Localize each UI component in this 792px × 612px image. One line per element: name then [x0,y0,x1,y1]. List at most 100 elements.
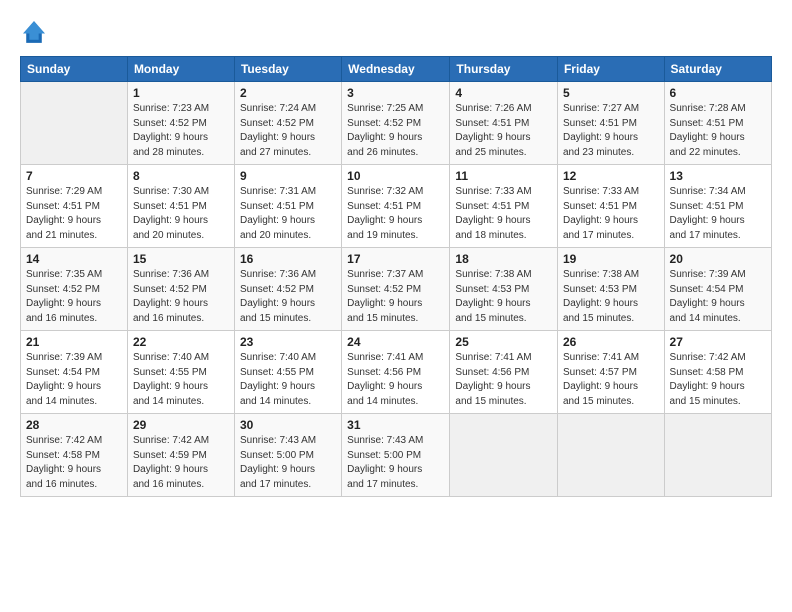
day-info: Sunrise: 7:38 AM Sunset: 4:53 PM Dayligh… [455,268,552,326]
day-cell: 7 Sunrise: 7:29 AM Sunset: 4:51 PM Daylig… [21,165,128,248]
day-info: Sunrise: 7:23 AM Sunset: 4:52 PM Dayligh… [133,102,229,160]
day-number: 13 [670,169,766,183]
day-info: Sunrise: 7:24 AM Sunset: 4:52 PM Dayligh… [240,102,336,160]
day-info: Sunrise: 7:39 AM Sunset: 4:54 PM Dayligh… [670,268,766,326]
day-number: 12 [563,169,659,183]
day-cell: 25 Sunrise: 7:41 AM Sunset: 4:56 PM Dayli… [450,331,558,414]
day-cell: 24 Sunrise: 7:41 AM Sunset: 4:56 PM Dayli… [342,331,450,414]
day-cell: 23 Sunrise: 7:40 AM Sunset: 4:55 PM Dayli… [234,331,341,414]
day-cell: 30 Sunrise: 7:43 AM Sunset: 5:00 PM Dayli… [234,414,341,497]
day-cell: 21 Sunrise: 7:39 AM Sunset: 4:54 PM Dayli… [21,331,128,414]
day-number: 9 [240,169,336,183]
logo [20,18,52,46]
logo-icon [20,18,48,46]
day-cell: 10 Sunrise: 7:32 AM Sunset: 4:51 PM Dayli… [342,165,450,248]
day-number: 24 [347,335,444,349]
day-info: Sunrise: 7:38 AM Sunset: 4:53 PM Dayligh… [563,268,659,326]
day-info: Sunrise: 7:41 AM Sunset: 4:57 PM Dayligh… [563,351,659,409]
header-day-thursday: Thursday [450,57,558,82]
day-number: 14 [26,252,122,266]
day-number: 3 [347,86,444,100]
day-cell: 16 Sunrise: 7:36 AM Sunset: 4:52 PM Dayli… [234,248,341,331]
day-cell: 6Sunrise: 7:28 AM Sunset: 4:51 PM Daylig… [664,82,771,165]
day-cell: 8Sunrise: 7:30 AM Sunset: 4:51 PM Daylig… [127,165,234,248]
day-number: 1 [133,86,229,100]
day-info: Sunrise: 7:37 AM Sunset: 4:52 PM Dayligh… [347,268,444,326]
header-day-wednesday: Wednesday [342,57,450,82]
calendar: SundayMondayTuesdayWednesdayThursdayFrid… [20,56,772,497]
day-number: 6 [670,86,766,100]
day-cell: 31 Sunrise: 7:43 AM Sunset: 5:00 PM Dayli… [342,414,450,497]
day-info: Sunrise: 7:27 AM Sunset: 4:51 PM Dayligh… [563,102,659,160]
day-number: 26 [563,335,659,349]
day-info: Sunrise: 7:36 AM Sunset: 4:52 PM Dayligh… [133,268,229,326]
day-cell [450,414,558,497]
day-cell: 15 Sunrise: 7:36 AM Sunset: 4:52 PM Dayli… [127,248,234,331]
day-info: Sunrise: 7:41 AM Sunset: 4:56 PM Dayligh… [455,351,552,409]
header-day-monday: Monday [127,57,234,82]
page: SundayMondayTuesdayWednesdayThursdayFrid… [0,0,792,612]
day-cell: 14 Sunrise: 7:35 AM Sunset: 4:52 PM Dayli… [21,248,128,331]
calendar-header-row: SundayMondayTuesdayWednesdayThursdayFrid… [21,57,772,82]
day-number: 10 [347,169,444,183]
week-row-4: 21 Sunrise: 7:39 AM Sunset: 4:54 PM Dayli… [21,331,772,414]
day-cell: 27Sunrise: 7:42 AM Sunset: 4:58 PM Dayli… [664,331,771,414]
day-number: 7 [26,169,122,183]
day-info: Sunrise: 7:32 AM Sunset: 4:51 PM Dayligh… [347,185,444,243]
day-number: 11 [455,169,552,183]
day-number: 31 [347,418,444,432]
header-day-saturday: Saturday [664,57,771,82]
day-cell: 2 Sunrise: 7:24 AM Sunset: 4:52 PM Daylig… [234,82,341,165]
day-number: 29 [133,418,229,432]
day-info: Sunrise: 7:39 AM Sunset: 4:54 PM Dayligh… [26,351,122,409]
day-cell [664,414,771,497]
day-info: Sunrise: 7:29 AM Sunset: 4:51 PM Dayligh… [26,185,122,243]
day-cell: 18 Sunrise: 7:38 AM Sunset: 4:53 PM Dayli… [450,248,558,331]
day-info: Sunrise: 7:43 AM Sunset: 5:00 PM Dayligh… [240,434,336,492]
day-cell: 13Sunrise: 7:34 AM Sunset: 4:51 PM Dayli… [664,165,771,248]
day-cell: 3 Sunrise: 7:25 AM Sunset: 4:52 PM Daylig… [342,82,450,165]
day-number: 15 [133,252,229,266]
day-info: Sunrise: 7:41 AM Sunset: 4:56 PM Dayligh… [347,351,444,409]
day-number: 21 [26,335,122,349]
day-number: 17 [347,252,444,266]
day-number: 19 [563,252,659,266]
header-day-sunday: Sunday [21,57,128,82]
week-row-1: 1 Sunrise: 7:23 AM Sunset: 4:52 PM Daylig… [21,82,772,165]
day-cell: 20Sunrise: 7:39 AM Sunset: 4:54 PM Dayli… [664,248,771,331]
day-info: Sunrise: 7:42 AM Sunset: 4:59 PM Dayligh… [133,434,229,492]
day-number: 4 [455,86,552,100]
day-cell: 4 Sunrise: 7:26 AM Sunset: 4:51 PM Daylig… [450,82,558,165]
header-day-tuesday: Tuesday [234,57,341,82]
week-row-3: 14 Sunrise: 7:35 AM Sunset: 4:52 PM Dayli… [21,248,772,331]
day-cell: 22 Sunrise: 7:40 AM Sunset: 4:55 PM Dayli… [127,331,234,414]
header [20,18,772,46]
day-number: 23 [240,335,336,349]
header-day-friday: Friday [557,57,664,82]
day-number: 27 [670,335,766,349]
day-number: 30 [240,418,336,432]
day-info: Sunrise: 7:40 AM Sunset: 4:55 PM Dayligh… [133,351,229,409]
day-cell: 1 Sunrise: 7:23 AM Sunset: 4:52 PM Daylig… [127,82,234,165]
day-info: Sunrise: 7:33 AM Sunset: 4:51 PM Dayligh… [563,185,659,243]
day-number: 8 [133,169,229,183]
week-row-5: 28Sunrise: 7:42 AM Sunset: 4:58 PM Dayli… [21,414,772,497]
day-cell: 9Sunrise: 7:31 AM Sunset: 4:51 PM Daylig… [234,165,341,248]
day-cell: 17 Sunrise: 7:37 AM Sunset: 4:52 PM Dayli… [342,248,450,331]
day-info: Sunrise: 7:33 AM Sunset: 4:51 PM Dayligh… [455,185,552,243]
day-cell: 28Sunrise: 7:42 AM Sunset: 4:58 PM Dayli… [21,414,128,497]
day-info: Sunrise: 7:42 AM Sunset: 4:58 PM Dayligh… [26,434,122,492]
day-number: 16 [240,252,336,266]
day-number: 18 [455,252,552,266]
day-info: Sunrise: 7:35 AM Sunset: 4:52 PM Dayligh… [26,268,122,326]
day-number: 2 [240,86,336,100]
day-number: 25 [455,335,552,349]
day-cell [557,414,664,497]
day-info: Sunrise: 7:43 AM Sunset: 5:00 PM Dayligh… [347,434,444,492]
day-cell: 19 Sunrise: 7:38 AM Sunset: 4:53 PM Dayli… [557,248,664,331]
day-info: Sunrise: 7:40 AM Sunset: 4:55 PM Dayligh… [240,351,336,409]
day-info: Sunrise: 7:26 AM Sunset: 4:51 PM Dayligh… [455,102,552,160]
day-number: 22 [133,335,229,349]
day-info: Sunrise: 7:25 AM Sunset: 4:52 PM Dayligh… [347,102,444,160]
day-info: Sunrise: 7:36 AM Sunset: 4:52 PM Dayligh… [240,268,336,326]
